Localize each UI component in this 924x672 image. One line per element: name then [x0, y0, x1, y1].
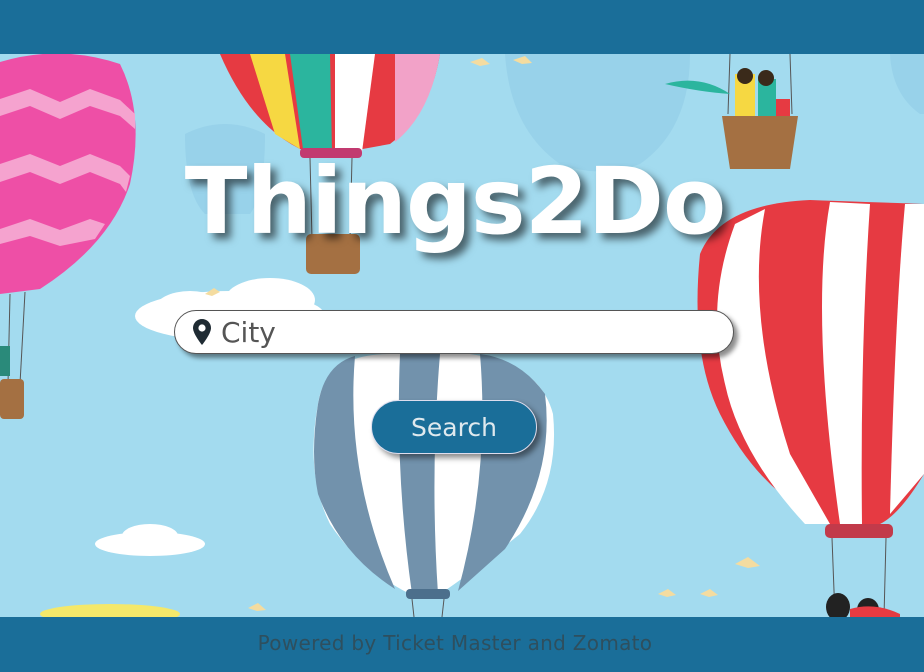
city-input[interactable] [221, 312, 701, 352]
search-button[interactable]: Search [371, 400, 537, 454]
footer-credits: Powered by Ticket Master and Zomato [257, 631, 653, 655]
map-pin-icon [191, 317, 213, 347]
app-title: Things2Do [184, 148, 726, 255]
page: Things2Do Search Powered by Ticket Maste… [0, 0, 924, 672]
city-search-field[interactable] [174, 310, 734, 354]
top-bar [0, 0, 924, 54]
footer: Powered by Ticket Master and Zomato [0, 617, 924, 672]
